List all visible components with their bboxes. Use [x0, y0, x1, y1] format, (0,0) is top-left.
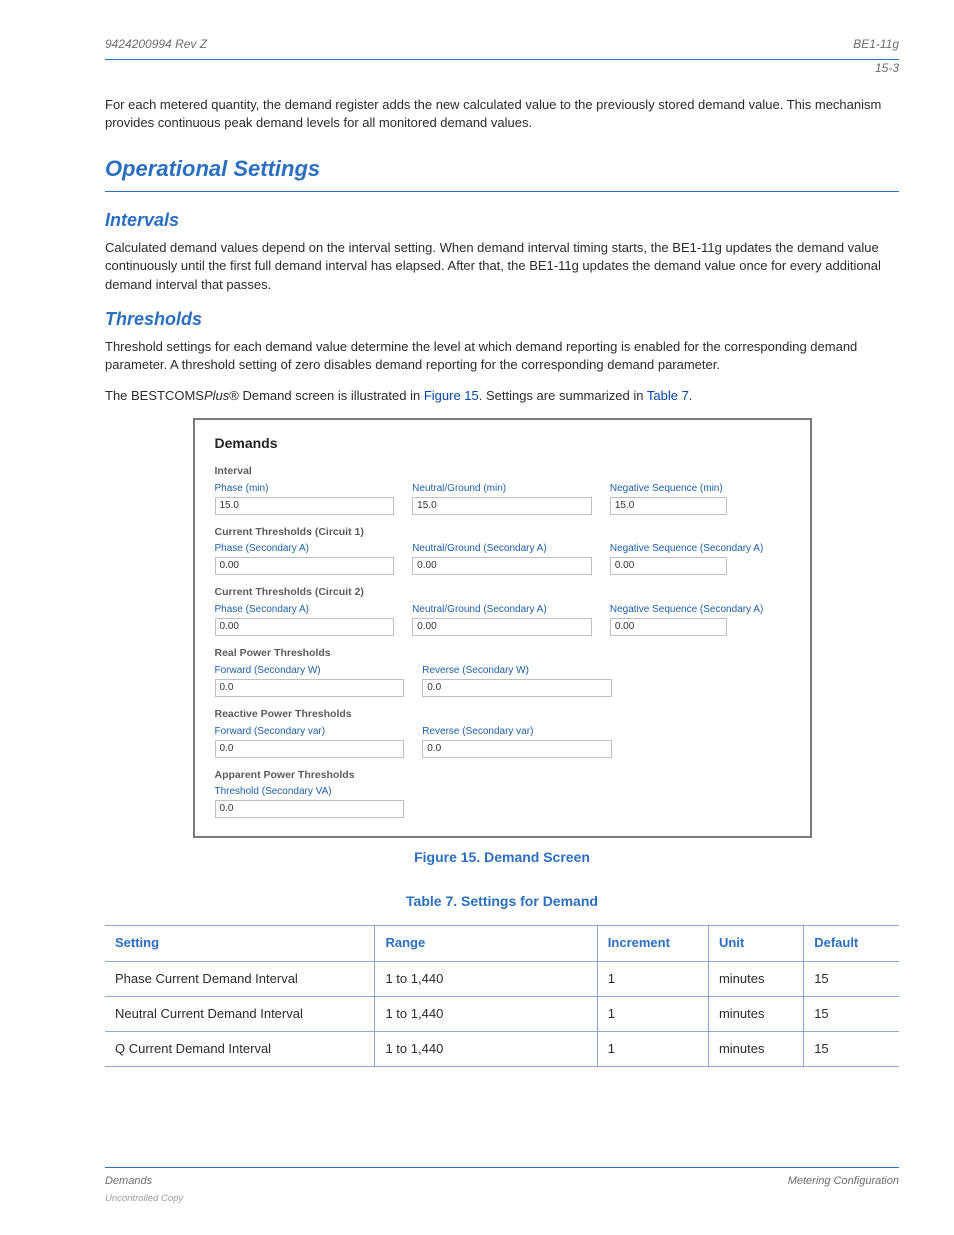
- input-interval-phase[interactable]: 15.0: [215, 497, 395, 515]
- header-right: BE1-11g: [853, 36, 899, 53]
- input-ct1-ng[interactable]: 0.00: [412, 557, 592, 575]
- thresholds-paragraph: Threshold settings for each demand value…: [105, 338, 899, 374]
- section-heading: Operational Settings: [105, 154, 899, 185]
- footer-left: Demands: [105, 1174, 152, 1189]
- input-real-fwd[interactable]: 0.0: [215, 679, 405, 697]
- group-ct1: Current Thresholds (Circuit 1): [215, 525, 790, 540]
- label-apparent-thr: Threshold (Secondary VA): [215, 785, 405, 799]
- subsection-thresholds-heading: Thresholds: [105, 307, 899, 332]
- th-range: Range: [375, 926, 597, 961]
- table-row: Phase Current Demand Interval 1 to 1,440…: [105, 961, 899, 996]
- label-ct2-phase: Phase (Secondary A): [215, 603, 395, 617]
- figure-ref-paragraph: The BESTCOMSPlus® Demand screen is illus…: [105, 387, 899, 405]
- table-link[interactable]: Table 7: [647, 388, 689, 403]
- group-ct2: Current Thresholds (Circuit 2): [215, 585, 790, 600]
- footer-sub: Uncontrolled Copy: [105, 1192, 899, 1205]
- label-ct1-neg: Negative Sequence (Secondary A): [610, 542, 790, 556]
- label-reactive-rev: Reverse (Secondary var): [422, 725, 612, 739]
- input-apparent-thr[interactable]: 0.0: [215, 800, 405, 818]
- input-interval-neg[interactable]: 15.0: [610, 497, 727, 515]
- input-ct2-neg[interactable]: 0.00: [610, 618, 727, 636]
- label-interval-neg: Negative Sequence (min): [610, 482, 790, 496]
- intro-paragraph: For each metered quantity, the demand re…: [105, 96, 899, 132]
- input-ct1-neg[interactable]: 0.00: [610, 557, 727, 575]
- label-ct2-neg: Negative Sequence (Secondary A): [610, 603, 790, 617]
- subsection-intervals-heading: Intervals: [105, 208, 899, 233]
- figure-link[interactable]: Figure 15: [424, 388, 479, 403]
- label-real-fwd: Forward (Secondary W): [215, 664, 405, 678]
- table-caption: Table 7. Settings for Demand: [105, 892, 899, 912]
- th-setting: Setting: [105, 926, 375, 961]
- input-ct2-ng[interactable]: 0.00: [412, 618, 592, 636]
- table-header-row: Setting Range Increment Unit Default: [105, 926, 899, 961]
- label-ct1-phase: Phase (Secondary A): [215, 542, 395, 556]
- group-real: Real Power Thresholds: [215, 646, 790, 661]
- group-reactive: Reactive Power Thresholds: [215, 707, 790, 722]
- intervals-paragraph: Calculated demand values depend on the i…: [105, 239, 899, 294]
- demands-screenshot: Demands Interval Phase (min) 15.0 Neutra…: [193, 418, 812, 838]
- section-rule: [105, 191, 899, 192]
- input-reactive-rev[interactable]: 0.0: [422, 740, 612, 758]
- group-interval: Interval: [215, 464, 790, 479]
- label-real-rev: Reverse (Secondary W): [422, 664, 612, 678]
- input-ct1-phase[interactable]: 0.00: [215, 557, 395, 575]
- settings-table: Setting Range Increment Unit Default Pha…: [105, 925, 899, 1067]
- label-reactive-fwd: Forward (Secondary var): [215, 725, 405, 739]
- input-reactive-fwd[interactable]: 0.0: [215, 740, 405, 758]
- footer-rule: [105, 1167, 899, 1168]
- label-interval-phase: Phase (min): [215, 482, 395, 496]
- th-default: Default: [804, 926, 899, 961]
- group-apparent: Apparent Power Thresholds: [215, 768, 790, 783]
- panel-title: Demands: [215, 434, 790, 454]
- page-footer: Demands Metering Configuration Uncontrol…: [105, 1167, 899, 1205]
- footer-right: Metering Configuration: [788, 1174, 899, 1189]
- header-left: 9424200994 Rev Z: [105, 36, 207, 53]
- th-unit: Unit: [708, 926, 803, 961]
- input-ct2-phase[interactable]: 0.00: [215, 618, 395, 636]
- label-interval-ng: Neutral/Ground (min): [412, 482, 592, 496]
- label-ct1-ng: Neutral/Ground (Secondary A): [412, 542, 592, 556]
- table-row: Q Current Demand Interval 1 to 1,440 1 m…: [105, 1031, 899, 1066]
- input-real-rev[interactable]: 0.0: [422, 679, 612, 697]
- figure-caption: Figure 15. Demand Screen: [105, 848, 899, 868]
- input-interval-ng[interactable]: 15.0: [412, 497, 592, 515]
- page-number: 15-3: [875, 60, 899, 77]
- label-ct2-ng: Neutral/Ground (Secondary A): [412, 603, 592, 617]
- th-increment: Increment: [597, 926, 708, 961]
- table-row: Neutral Current Demand Interval 1 to 1,4…: [105, 996, 899, 1031]
- page-header: 9424200994 Rev Z BE1-11g: [105, 36, 899, 53]
